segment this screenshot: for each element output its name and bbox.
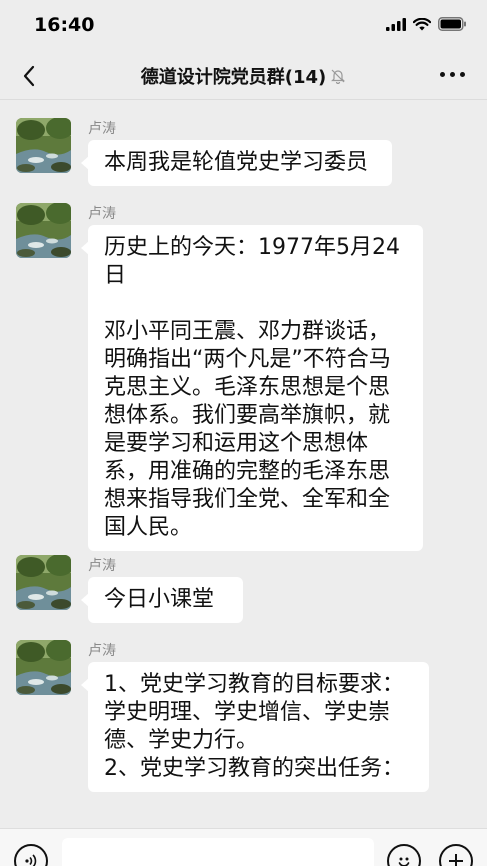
chat-title: 德道设计院党员群(14): [0, 63, 487, 89]
signal-icon: [386, 16, 406, 35]
plus-button[interactable]: [439, 844, 473, 866]
sender-name: 卢涛: [88, 206, 116, 222]
more-dot: [450, 72, 455, 77]
nav-bar: 德道设计院党员群(14): [0, 50, 487, 100]
avatar[interactable]: [16, 640, 71, 695]
more-button[interactable]: [440, 72, 465, 77]
voice-button[interactable]: [14, 844, 48, 866]
emoji-button[interactable]: [387, 844, 421, 866]
message-bubble[interactable]: 今日小课堂: [81, 577, 243, 623]
status-time: 16:40: [34, 14, 95, 36]
more-dot: [460, 72, 465, 77]
chat-messages[interactable]: 卢涛 本周我是轮值党史学习委员 卢涛 历史上的今天：1977年5月24日 邓小平…: [0, 100, 487, 828]
sender-name: 卢涛: [88, 643, 116, 659]
plus-icon: [449, 854, 463, 866]
sender-name: 卢涛: [88, 121, 116, 137]
voice-icon: [25, 854, 37, 866]
bell-mute-icon: [331, 69, 346, 84]
message-input[interactable]: [62, 838, 374, 866]
battery-icon: [438, 16, 467, 35]
avatar[interactable]: [16, 203, 71, 258]
sender-name: 卢涛: [88, 558, 116, 574]
wifi-icon: [412, 16, 432, 35]
more-dots-icon: [440, 72, 445, 77]
message-bubble[interactable]: 1、党史学习教育的目标要求： 学史明理、学史增信、学史崇德、学史力行。 2、党史…: [81, 662, 429, 792]
status-bar: 16:40: [0, 0, 487, 50]
message-bubble[interactable]: 本周我是轮值党史学习委员: [81, 140, 392, 186]
avatar[interactable]: [16, 118, 71, 173]
group-name: 德道设计院党员群(14): [140, 67, 327, 88]
emoji-icon: [398, 857, 410, 866]
message-bubble[interactable]: 历史上的今天：1977年5月24日 邓小平同王震、邓力群谈话，明确指出“两个凡是…: [81, 225, 423, 551]
avatar[interactable]: [16, 555, 71, 610]
status-icons: [386, 16, 467, 35]
input-bar: [0, 828, 487, 866]
